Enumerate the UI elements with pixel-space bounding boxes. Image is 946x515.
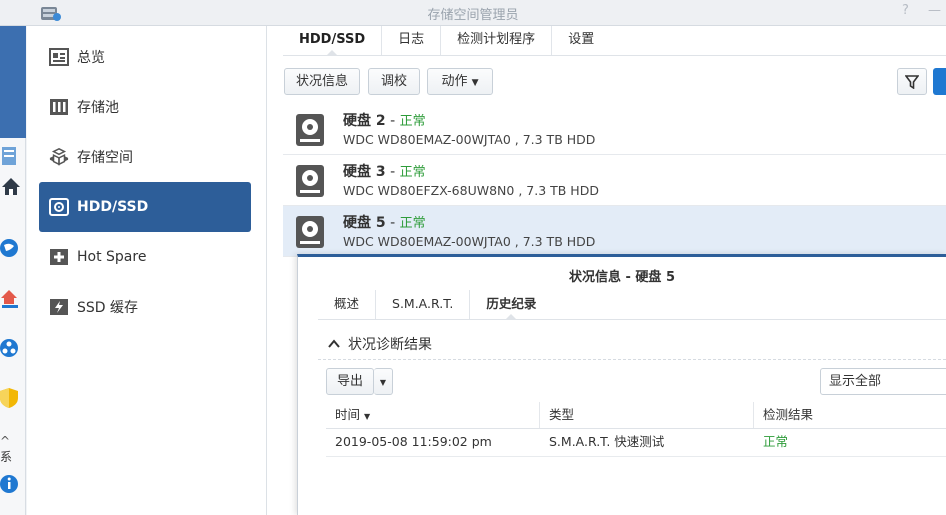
sidebar-item-label: 总览 bbox=[77, 50, 105, 66]
sidebar-item-label: SSD 缓存 bbox=[77, 300, 139, 316]
cell-result: 正常 bbox=[763, 434, 789, 449]
sidebar-item-hdd-ssd[interactable]: HDD/SSD bbox=[39, 182, 251, 232]
status-info-button[interactable]: 状况信息 bbox=[284, 68, 360, 95]
tab-history[interactable]: 历史纪录 bbox=[469, 290, 552, 320]
disk-status: 正常 bbox=[399, 114, 426, 129]
help-icon[interactable]: ? bbox=[902, 3, 909, 18]
column-time-label: 时间 bbox=[335, 407, 361, 422]
disk-status: 正常 bbox=[399, 165, 426, 180]
history-table: 时间 ▼ 类型 检测结果 2019-05-08 11:59:02 pm S.M.… bbox=[326, 402, 946, 457]
table-header: 时间 ▼ 类型 检测结果 bbox=[326, 402, 946, 429]
disk-name: 硬盘 3 bbox=[343, 164, 386, 180]
export-button[interactable]: 导出 bbox=[326, 368, 374, 395]
disk-separator: - bbox=[385, 215, 400, 231]
disk-status: 正常 bbox=[399, 216, 426, 231]
chevron-up-icon bbox=[328, 339, 340, 348]
sort-desc-icon: ▼ bbox=[364, 412, 371, 421]
info-icon[interactable] bbox=[0, 472, 22, 496]
window-title: 存储空间管理员 bbox=[427, 8, 519, 23]
chevron-down-icon: ▼ bbox=[471, 78, 479, 88]
network-home-icon[interactable] bbox=[0, 286, 22, 310]
sidebar-item-label: HDD/SSD bbox=[77, 199, 149, 215]
column-result[interactable]: 检测结果 bbox=[754, 402, 946, 428]
sidebar-item-label: Hot Spare bbox=[77, 249, 147, 265]
volume-icon bbox=[49, 147, 69, 167]
hot-spare-icon bbox=[49, 247, 69, 267]
minimize-icon[interactable]: — bbox=[928, 3, 941, 18]
cell-type: S.M.A.R.T. 快速测试 bbox=[549, 434, 665, 449]
action-label: 动作 bbox=[441, 74, 468, 89]
disk-icon bbox=[296, 165, 324, 197]
overview-icon bbox=[49, 47, 69, 67]
section-header[interactable]: 状况诊断结果 bbox=[318, 332, 946, 360]
tab-test-scheduler[interactable]: 检测计划程序 bbox=[440, 26, 551, 55]
filter-icon bbox=[904, 75, 920, 90]
main-tabs: HDD/SSD 日志 检测计划程序 设置 bbox=[283, 26, 946, 56]
status-info-dialog: 状况信息 - 硬盘 5 概述 S.M.A.R.T. 历史纪录 状况诊断结果 导出… bbox=[297, 254, 946, 515]
window-titlebar: 存储空间管理员 ? — bbox=[0, 0, 946, 26]
security-shield-icon[interactable] bbox=[0, 386, 22, 410]
disk-detail: WDC WD80EMAZ-00WJTA0 , 7.3 TB HDD bbox=[343, 132, 596, 147]
disk-title: 硬盘 3 - 正常 bbox=[343, 161, 426, 181]
storage-pool-icon bbox=[49, 97, 69, 117]
disk-separator: - bbox=[385, 113, 400, 129]
section-title: 状况诊断结果 bbox=[348, 337, 432, 353]
cell-time: 2019-05-08 11:59:02 pm bbox=[335, 434, 492, 449]
disk-icon bbox=[296, 216, 324, 248]
tab-settings[interactable]: 设置 bbox=[551, 26, 610, 55]
disk-title: 硬盘 5 - 正常 bbox=[343, 212, 426, 232]
desktop-section-label: 系 bbox=[0, 450, 13, 464]
chevron-down-icon: ▼ bbox=[379, 378, 387, 387]
sidebar-item-volume[interactable]: 存储空间 bbox=[39, 132, 251, 182]
tab-hdd-ssd[interactable]: HDD/SSD bbox=[283, 26, 381, 56]
tab-smart[interactable]: S.M.A.R.T. bbox=[375, 290, 469, 319]
disk-list-item-selected[interactable]: 硬盘 5 - 正常 WDC WD80EMAZ-00WJTA0 , 7.3 TB … bbox=[283, 206, 946, 257]
sidebar: 总览 存储池 存储空间 HDD/SSD Hot Spare SSD 缓存 bbox=[27, 26, 267, 515]
desktop-dock: ^ 系 bbox=[0, 138, 26, 515]
disk-list-item[interactable]: 硬盘 3 - 正常 WDC WD80EFZX-68UW8N0 , 7.3 TB … bbox=[283, 155, 946, 206]
search-button[interactable] bbox=[933, 68, 946, 95]
sidebar-item-storage-pool[interactable]: 存储池 bbox=[39, 82, 251, 132]
calibrate-button[interactable]: 调校 bbox=[368, 68, 420, 95]
disk-icon bbox=[296, 114, 324, 146]
disk-separator: - bbox=[385, 164, 400, 180]
hdd-icon bbox=[49, 197, 69, 217]
sidebar-item-overview[interactable]: 总览 bbox=[39, 32, 251, 82]
disk-list-item[interactable]: 硬盘 2 - 正常 WDC WD80EMAZ-00WJTA0 , 7.3 TB … bbox=[283, 104, 946, 155]
table-row[interactable]: 2019-05-08 11:59:02 pm S.M.A.R.T. 快速测试 正… bbox=[326, 429, 946, 457]
filter-select[interactable]: 显示全部 bbox=[820, 368, 946, 395]
sidebar-item-hot-spare[interactable]: Hot Spare bbox=[39, 232, 251, 282]
tab-log[interactable]: 日志 bbox=[381, 26, 440, 55]
cluster-icon[interactable] bbox=[0, 336, 22, 360]
tab-overview[interactable]: 概述 bbox=[318, 290, 375, 319]
desktop-section-chevron-icon[interactable]: ^ 系 bbox=[0, 434, 25, 465]
ssd-cache-icon bbox=[49, 297, 69, 317]
column-time[interactable]: 时间 ▼ bbox=[326, 402, 540, 428]
filter-button[interactable] bbox=[897, 68, 927, 95]
sidebar-item-label: 存储池 bbox=[77, 100, 119, 116]
disk-title: 硬盘 2 - 正常 bbox=[343, 110, 426, 130]
package-icon[interactable] bbox=[0, 144, 22, 168]
network-globe-icon[interactable] bbox=[0, 236, 22, 260]
export-dropdown-button[interactable]: ▼ bbox=[374, 368, 393, 395]
action-dropdown-button[interactable]: 动作 ▼ bbox=[427, 68, 493, 95]
sidebar-item-label: 存储空间 bbox=[77, 150, 133, 166]
dialog-title: 状况信息 - 硬盘 5 bbox=[568, 270, 676, 285]
home-icon[interactable] bbox=[0, 174, 22, 198]
column-type[interactable]: 类型 bbox=[540, 402, 754, 428]
disk-detail: WDC WD80EMAZ-00WJTA0 , 7.3 TB HDD bbox=[343, 234, 596, 249]
dialog-tabs: 概述 S.M.A.R.T. 历史纪录 bbox=[318, 290, 946, 320]
disk-detail: WDC WD80EFZX-68UW8N0 , 7.3 TB HDD bbox=[343, 183, 599, 198]
disk-name: 硬盘 2 bbox=[343, 113, 386, 129]
disk-name: 硬盘 5 bbox=[343, 215, 386, 231]
sidebar-item-ssd-cache[interactable]: SSD 缓存 bbox=[39, 282, 251, 332]
